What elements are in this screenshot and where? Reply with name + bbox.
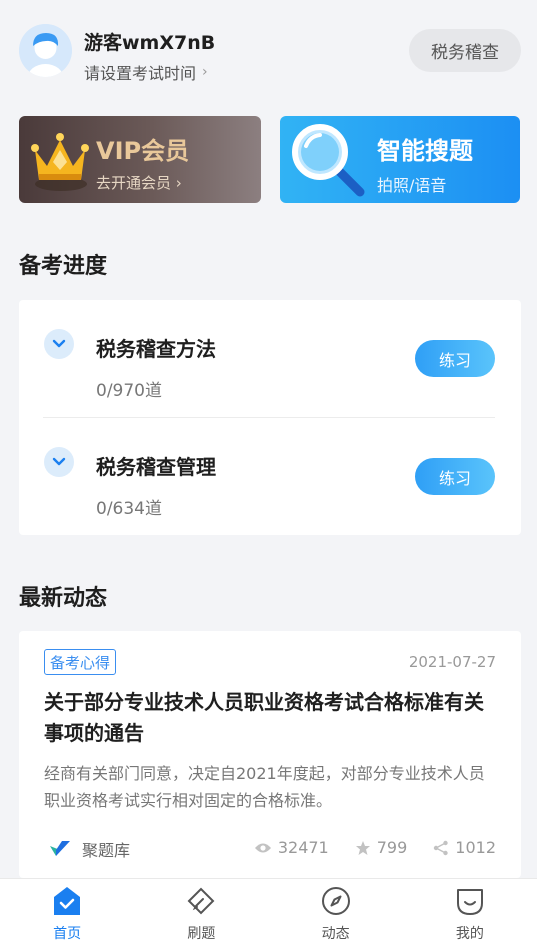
vip-title: VIP会员 [96,137,190,165]
smart-search-title: 智能搜题 [377,137,473,165]
course-question-count: 0/634道 [96,499,162,519]
course-question-count: 0/970道 [96,381,162,401]
nav-profile[interactable]: 我的 [403,879,537,945]
news-source: 聚题库 [48,837,130,861]
vip-subtitle: 去开通会员 › [96,172,182,193]
nav-home-label: 首页 [53,926,82,942]
smart-search-subtitle: 拍照/语音 [377,176,447,195]
crown-icon [31,133,89,191]
source-name: 聚题库 [82,841,131,860]
news-summary: 经商有关部门同意，决定自2021年度起，对部分专业技术人员职业资格考试实行相对固… [44,764,485,810]
smart-search-banner[interactable]: 智能搜题 拍照/语音 [280,116,520,203]
chevron-down-icon [52,339,66,348]
course-name: 税务稽查方法 [96,337,216,361]
course-item[interactable]: 税务稽查管理 0/634道 练习 [19,418,521,535]
course-item[interactable]: 税务稽查方法 0/970道 练习 [19,300,521,417]
news-section-title: 最新动态 [19,586,108,611]
progress-card: 税务稽查方法 0/970道 练习 税务稽查管理 0/634道 练习 [19,300,521,535]
compass-icon [321,887,350,915]
avatar[interactable] [19,24,72,77]
news-headline[interactable]: 关于部分专业技术人员职业资格考试合格标准有关事项的通告 [44,687,499,749]
share-icon [434,840,448,855]
star-icon [355,840,370,855]
set-exam-time-link[interactable]: 请设置考试时间 › [84,60,208,84]
practice-button[interactable]: 练习 [415,340,495,377]
magnifier-icon [292,124,365,197]
practice-button[interactable]: 练习 [415,458,495,495]
news-category-tag: 备考心得 [44,649,117,675]
subject-switch-button[interactable]: 税务稽查 [409,29,521,72]
news-stats: 32471 799 1012 [228,838,496,857]
exam-time-label: 请设置考试时间 [84,64,197,83]
news-card[interactable]: 备考心得 2021-07-27 关于部分专业技术人员职业资格考试合格标准有关事项… [19,631,521,878]
eye-icon [254,843,271,852]
username[interactable]: 游客wmX7nB [84,28,215,55]
star-count[interactable]: 799 [355,838,408,857]
share-count[interactable]: 1012 [433,838,496,857]
vip-banner[interactable]: VIP会员 去开通会员 › [19,116,261,203]
nav-feed[interactable]: 动态 [269,879,403,945]
vip-subtitle-text: 去开通会员 [96,174,172,192]
view-count-value: 32471 [277,838,329,857]
news-date: 2021-07-27 [408,653,496,671]
source-logo-icon [50,841,70,856]
course-name: 税务稽查管理 [96,455,216,479]
share-count-value: 1012 [455,838,496,857]
nav-feed-label: 动态 [321,926,350,942]
expand-toggle[interactable] [44,447,74,477]
home-icon [54,887,81,915]
user-avatar-icon [19,24,72,77]
header: 游客wmX7nB 请设置考试时间 › 税务稽查 [0,0,537,100]
chevron-right-icon: › [175,174,182,192]
bottom-nav: 首页 刷题 动态 我的 [0,878,537,945]
nav-practice[interactable]: 刷题 [134,879,268,945]
nav-home[interactable]: 首页 [0,879,134,945]
progress-section-title: 备考进度 [19,254,108,279]
star-count-value: 799 [376,838,408,857]
chevron-right-icon: › [202,64,208,80]
nav-practice-label: 刷题 [187,926,216,942]
pen-icon [187,887,215,915]
nav-profile-label: 我的 [455,926,484,942]
view-count: 32471 [254,838,329,857]
profile-icon [456,889,483,915]
chevron-down-icon [52,457,66,466]
expand-toggle[interactable] [44,329,74,359]
